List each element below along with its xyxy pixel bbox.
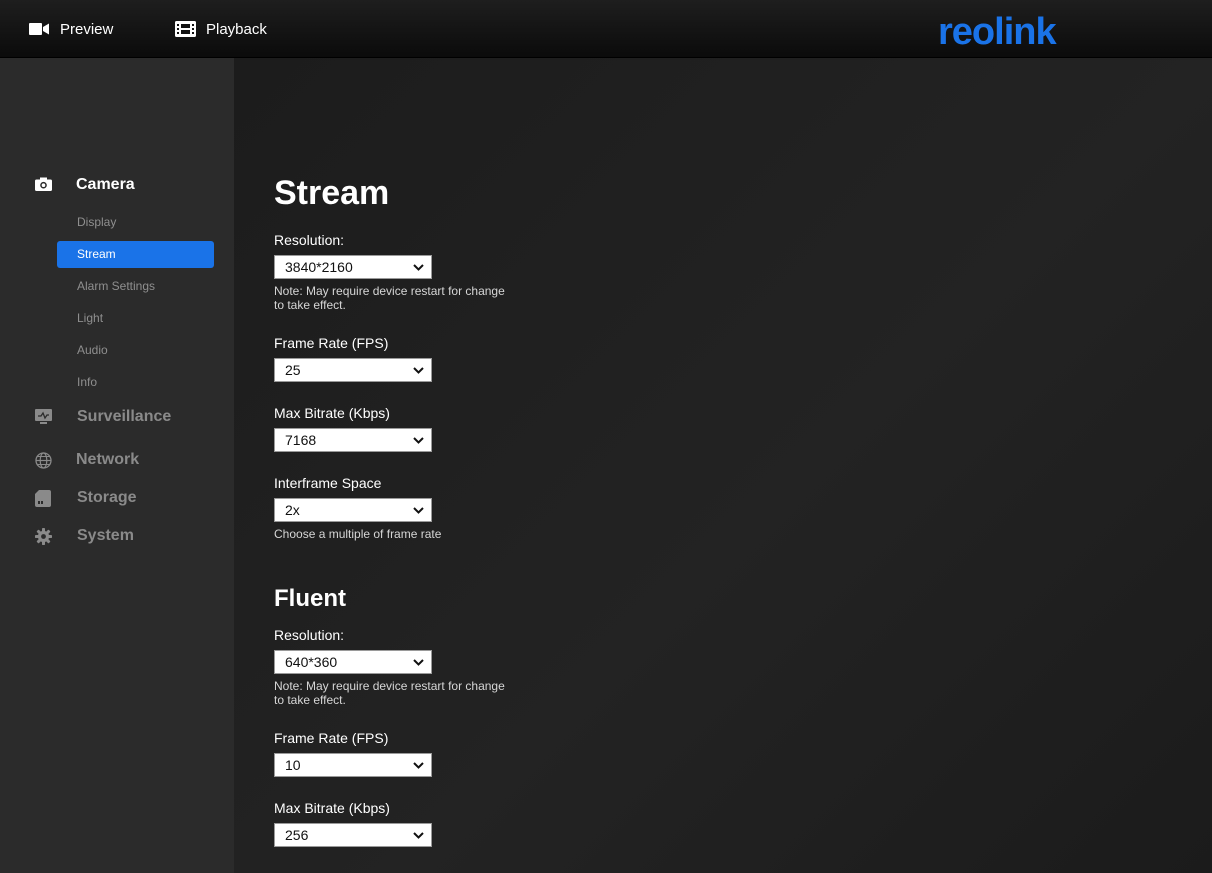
- fluent-max-bitrate-label: Max Bitrate (Kbps): [274, 800, 390, 816]
- sidebar-category-surveillance[interactable]: Surveillance: [0, 402, 234, 432]
- video-camera-icon: [29, 22, 50, 36]
- stream-frame-rate-select[interactable]: 25: [274, 358, 432, 382]
- svg-text:reolink: reolink: [938, 12, 1057, 48]
- sidebar-item-alarm-settings[interactable]: Alarm Settings: [57, 273, 214, 300]
- stream-max-bitrate-select[interactable]: 7168: [274, 428, 432, 452]
- sidebar: Camera Display Stream Alarm Settings Lig…: [0, 58, 234, 873]
- stream-resolution-value: 3840*2160: [285, 259, 353, 275]
- sidebar-category-label: Network: [76, 451, 140, 468]
- sidebar-category-network[interactable]: Network: [0, 445, 234, 475]
- fluent-resolution-label: Resolution:: [274, 627, 345, 643]
- reolink-logo-mark: reolink: [938, 11, 1058, 53]
- film-strip-icon: [175, 21, 196, 37]
- stream-resolution-select[interactable]: 3840*2160: [274, 255, 432, 279]
- stream-frame-rate-label: Frame Rate (FPS): [274, 335, 389, 351]
- sidebar-item-info[interactable]: Info: [57, 369, 214, 396]
- stream-resolution-label: Resolution:: [274, 232, 345, 248]
- stream-interframe-select[interactable]: 2x: [274, 498, 432, 522]
- sd-card-icon: [35, 490, 51, 507]
- fluent-section-title: Fluent: [274, 585, 346, 612]
- tab-playback[interactable]: Playback: [175, 0, 267, 58]
- chevron-down-icon: [413, 264, 424, 271]
- chevron-down-icon: [413, 659, 424, 666]
- chevron-down-icon: [413, 367, 424, 374]
- stream-interframe-label: Interframe Space: [274, 475, 382, 491]
- fluent-frame-rate-label: Frame Rate (FPS): [274, 730, 389, 746]
- fluent-frame-rate-select[interactable]: 10: [274, 753, 432, 777]
- stream-max-bitrate-value: 7168: [285, 432, 317, 448]
- sidebar-category-label: Camera: [76, 176, 135, 193]
- fluent-max-bitrate-select[interactable]: 256: [274, 823, 432, 847]
- fluent-resolution-note: Note: May require device restart for cha…: [274, 679, 505, 707]
- tab-preview[interactable]: Preview: [29, 0, 113, 58]
- sidebar-category-label: Surveillance: [77, 408, 172, 425]
- sidebar-item-display[interactable]: Display: [57, 209, 214, 236]
- stream-interframe-note: Choose a multiple of frame rate: [274, 527, 442, 541]
- top-bar: Preview Playback reolink: [0, 0, 1212, 58]
- sidebar-category-label: Storage: [77, 489, 137, 506]
- monitor-icon: [35, 409, 52, 425]
- chevron-down-icon: [413, 437, 424, 444]
- gear-icon: [35, 528, 52, 545]
- stream-frame-rate-value: 25: [285, 362, 301, 378]
- stream-resolution-note: Note: May require device restart for cha…: [274, 284, 505, 312]
- fluent-max-bitrate-value: 256: [285, 827, 309, 843]
- stream-max-bitrate-label: Max Bitrate (Kbps): [274, 405, 390, 421]
- fluent-resolution-value: 640*360: [285, 654, 338, 670]
- camera-icon: [35, 177, 52, 191]
- chevron-down-icon: [413, 832, 424, 839]
- tab-preview-label: Preview: [60, 20, 114, 38]
- main-content: Stream Resolution: 3840*2160 Note: May r…: [234, 58, 1212, 873]
- sidebar-item-stream[interactable]: Stream: [57, 241, 214, 268]
- sidebar-item-light[interactable]: Light: [57, 305, 214, 332]
- sidebar-category-camera[interactable]: Camera: [0, 170, 234, 200]
- sidebar-category-label: System: [77, 527, 134, 544]
- sidebar-category-storage[interactable]: Storage: [0, 483, 234, 513]
- tab-playback-label: Playback: [206, 20, 267, 38]
- stream-section-title: Stream: [274, 174, 390, 212]
- reolink-logo: reolink: [938, 11, 1064, 53]
- chevron-down-icon: [413, 762, 424, 769]
- chevron-down-icon: [413, 507, 424, 514]
- fluent-frame-rate-value: 10: [285, 757, 301, 773]
- stream-interframe-value: 2x: [285, 502, 300, 518]
- fluent-resolution-select[interactable]: 640*360: [274, 650, 432, 674]
- globe-icon: [35, 452, 52, 469]
- sidebar-category-system[interactable]: System: [0, 521, 234, 551]
- sidebar-item-audio[interactable]: Audio: [57, 337, 214, 364]
